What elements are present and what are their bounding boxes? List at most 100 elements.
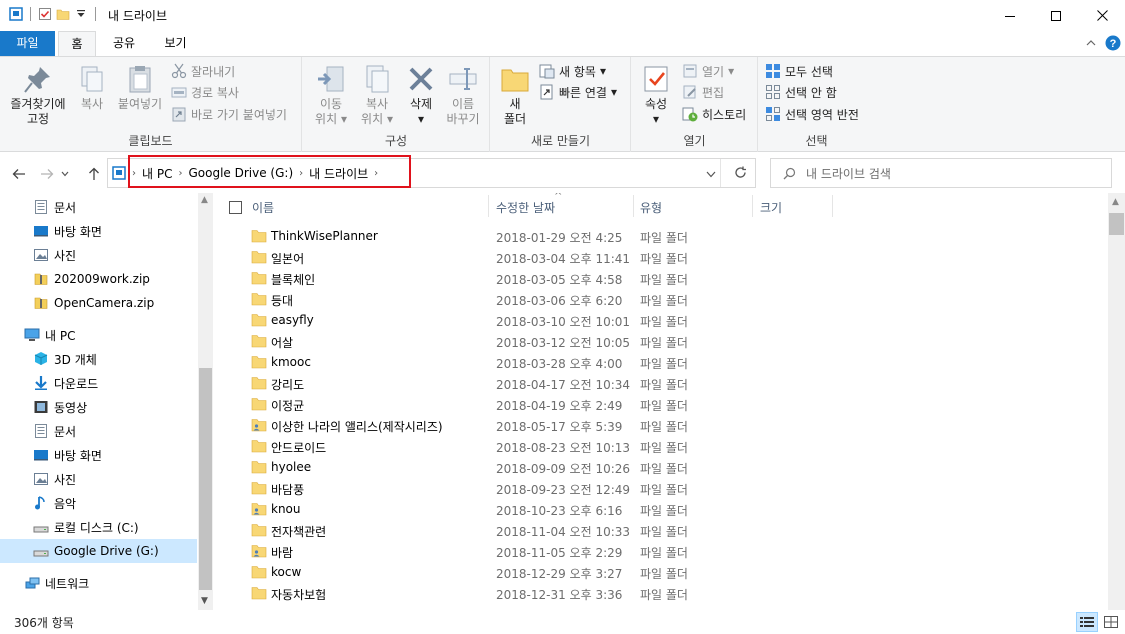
- forward-button[interactable]: [37, 165, 57, 183]
- delete-dropdown-icon[interactable]: ▾: [403, 112, 439, 127]
- file-row[interactable]: easyfly 2018-03-10 오전 10:01 파일 폴더: [215, 310, 1108, 331]
- pin-to-quick-access-button[interactable]: 즐겨찾기에 고정: [6, 63, 70, 127]
- file-row[interactable]: 이정균 2018-04-19 오후 2:49 파일 폴더: [215, 394, 1108, 415]
- collapse-ribbon-icon[interactable]: [1085, 37, 1097, 49]
- column-divider[interactable]: [633, 195, 634, 217]
- tab-file[interactable]: 파일: [0, 31, 55, 56]
- move-to-button[interactable]: 이동 위치 ▾: [309, 63, 353, 127]
- close-button[interactable]: [1079, 0, 1125, 31]
- select-none-button[interactable]: 선택 안 함: [765, 82, 837, 102]
- new-folder-icon[interactable]: [56, 7, 70, 21]
- file-row[interactable]: 일본어 2018-03-04 오후 11:41 파일 폴더: [215, 247, 1108, 268]
- nav-item[interactable]: Google Drive (G:): [0, 539, 197, 563]
- file-row[interactable]: kmooc 2018-03-28 오후 4:00 파일 폴더: [215, 352, 1108, 373]
- nav-item[interactable]: 202009work.zip: [0, 267, 197, 291]
- invert-selection-button[interactable]: 선택 영역 반전: [765, 104, 859, 124]
- nav-item[interactable]: 사진: [0, 467, 197, 491]
- properties-button[interactable]: 속성 ▾: [638, 63, 674, 127]
- nav-item[interactable]: 3D 개체: [0, 347, 197, 371]
- column-header-type[interactable]: 유형: [640, 193, 662, 221]
- open-button[interactable]: 열기 ▾: [682, 61, 734, 81]
- file-row[interactable]: ThinkWisePlanner 2018-01-29 오전 4:25 파일 폴더: [215, 226, 1108, 247]
- copy-button[interactable]: 복사: [74, 63, 110, 112]
- up-button[interactable]: [84, 165, 104, 183]
- nav-item[interactable]: 다운로드: [0, 371, 197, 395]
- scroll-up-arrow-icon[interactable]: ▲: [201, 195, 208, 205]
- nav-item[interactable]: 문서: [0, 419, 197, 443]
- edit-button[interactable]: 편집: [682, 82, 724, 102]
- column-divider[interactable]: [488, 195, 489, 217]
- navigation-scrollbar[interactable]: ▲ ▼: [198, 193, 213, 610]
- new-folder-button[interactable]: 새 폴더: [495, 63, 535, 127]
- address-history-dropdown[interactable]: [706, 167, 716, 181]
- large-icons-view-button[interactable]: [1100, 612, 1122, 632]
- nav-item[interactable]: 네트워크: [0, 571, 197, 595]
- properties-dropdown-icon[interactable]: ▾: [638, 112, 674, 127]
- delete-button[interactable]: 삭제 ▾: [403, 63, 439, 127]
- help-icon[interactable]: ?: [1105, 35, 1121, 51]
- file-row[interactable]: hyolee 2018-09-09 오전 10:26 파일 폴더: [215, 457, 1108, 478]
- scroll-down-arrow-icon[interactable]: ▼: [201, 596, 208, 606]
- cut-button[interactable]: 잘라내기: [171, 61, 235, 81]
- nav-item[interactable]: 로컬 디스크 (C:): [0, 515, 197, 539]
- minimize-button[interactable]: [987, 0, 1033, 31]
- history-button[interactable]: 히스토리: [682, 104, 746, 124]
- file-row[interactable]: 안드로이드 2018-08-23 오전 10:13 파일 폴더: [215, 436, 1108, 457]
- tab-home[interactable]: 홈: [58, 31, 96, 57]
- properties-icon[interactable]: [38, 7, 52, 21]
- column-header-modified[interactable]: 수정한 날짜: [496, 193, 555, 221]
- scroll-up-arrow-icon[interactable]: ▲: [1112, 197, 1119, 207]
- nav-item[interactable]: 동영상: [0, 395, 197, 419]
- maximize-button[interactable]: [1033, 0, 1079, 31]
- select-all-button[interactable]: 모두 선택: [765, 61, 833, 81]
- file-row[interactable]: 어살 2018-03-12 오전 10:05 파일 폴더: [215, 331, 1108, 352]
- file-row[interactable]: 바담풍 2018-09-23 오전 12:49 파일 폴더: [215, 478, 1108, 499]
- open-group: 속성 ▾ 열기 ▾ 편집 히스토리 열기: [632, 57, 758, 152]
- tab-view[interactable]: 보기: [153, 31, 198, 56]
- file-list-scrollbar[interactable]: ▲: [1108, 193, 1125, 610]
- copy-to-button[interactable]: 복사 위치 ▾: [355, 63, 399, 127]
- customize-toolbar-dropdown-icon[interactable]: [74, 7, 88, 21]
- nav-item[interactable]: 사진: [0, 243, 197, 267]
- select-all-checkbox[interactable]: [229, 193, 242, 221]
- column-header-size[interactable]: 크기: [760, 193, 782, 221]
- organize-group: 이동 위치 ▾ 복사 위치 ▾ 삭제 ▾ 이름 바꾸기 구성: [303, 57, 490, 152]
- nav-item[interactable]: 음악: [0, 491, 197, 515]
- file-row[interactable]: 이상한 나라의 앨리스(제작시리즈) 2018-05-17 오후 5:39 파일 폴…: [215, 415, 1108, 436]
- nav-item[interactable]: 바탕 화면: [0, 443, 197, 467]
- nav-item[interactable]: 내 PC: [0, 323, 197, 347]
- file-row[interactable]: 블록체인 2018-03-05 오후 4:58 파일 폴더: [215, 268, 1108, 289]
- back-button[interactable]: [9, 165, 29, 183]
- toolbar-divider: [30, 7, 31, 21]
- column-divider[interactable]: [752, 195, 753, 217]
- drive-location-icon: [112, 166, 126, 180]
- file-row[interactable]: kocw 2018-12-29 오후 3:27 파일 폴더: [215, 562, 1108, 583]
- refresh-button[interactable]: [734, 166, 747, 182]
- new-item-button[interactable]: 새 항목 ▾: [539, 61, 606, 81]
- file-row[interactable]: 등대 2018-03-06 오후 6:20 파일 폴더: [215, 289, 1108, 310]
- column-header-name[interactable]: 이름: [252, 193, 274, 221]
- column-divider[interactable]: [832, 195, 833, 217]
- paste-shortcut-button[interactable]: 바로 가기 붙여넣기: [171, 104, 287, 124]
- file-row[interactable]: 강리도 2018-04-17 오전 10:34 파일 폴더: [215, 373, 1108, 394]
- search-box[interactable]: 내 드라이브 검색: [770, 158, 1112, 188]
- navigation-scrollbar-thumb[interactable]: [199, 368, 212, 590]
- details-view-icon: [1080, 617, 1094, 627]
- nav-item[interactable]: 문서: [0, 195, 197, 219]
- file-row[interactable]: knou 2018-10-23 오후 6:16 파일 폴더: [215, 499, 1108, 520]
- file-list-scrollbar-thumb[interactable]: [1109, 213, 1124, 235]
- rename-button[interactable]: 이름 바꾸기: [441, 63, 485, 127]
- file-row[interactable]: 자동차보험 2018-12-31 오후 3:36 파일 폴더: [215, 583, 1108, 604]
- svg-text:?: ?: [1110, 38, 1117, 50]
- recent-locations-button[interactable]: [59, 165, 71, 183]
- file-row[interactable]: 전자책관련 2018-11-04 오전 10:33 파일 폴더: [215, 520, 1108, 541]
- nav-item[interactable]: 바탕 화면: [0, 219, 197, 243]
- nav-item[interactable]: OpenCamera.zip: [0, 291, 197, 315]
- delete-label: 삭제: [409, 97, 433, 111]
- details-view-button[interactable]: [1076, 612, 1098, 632]
- tab-share[interactable]: 공유: [104, 31, 144, 56]
- easy-access-button[interactable]: 빠른 연결 ▾: [539, 82, 617, 102]
- copy-path-button[interactable]: 경로 복사: [171, 82, 239, 102]
- paste-button[interactable]: 붙여넣기: [113, 63, 167, 112]
- file-row[interactable]: 바람 2018-11-05 오후 2:29 파일 폴더: [215, 541, 1108, 562]
